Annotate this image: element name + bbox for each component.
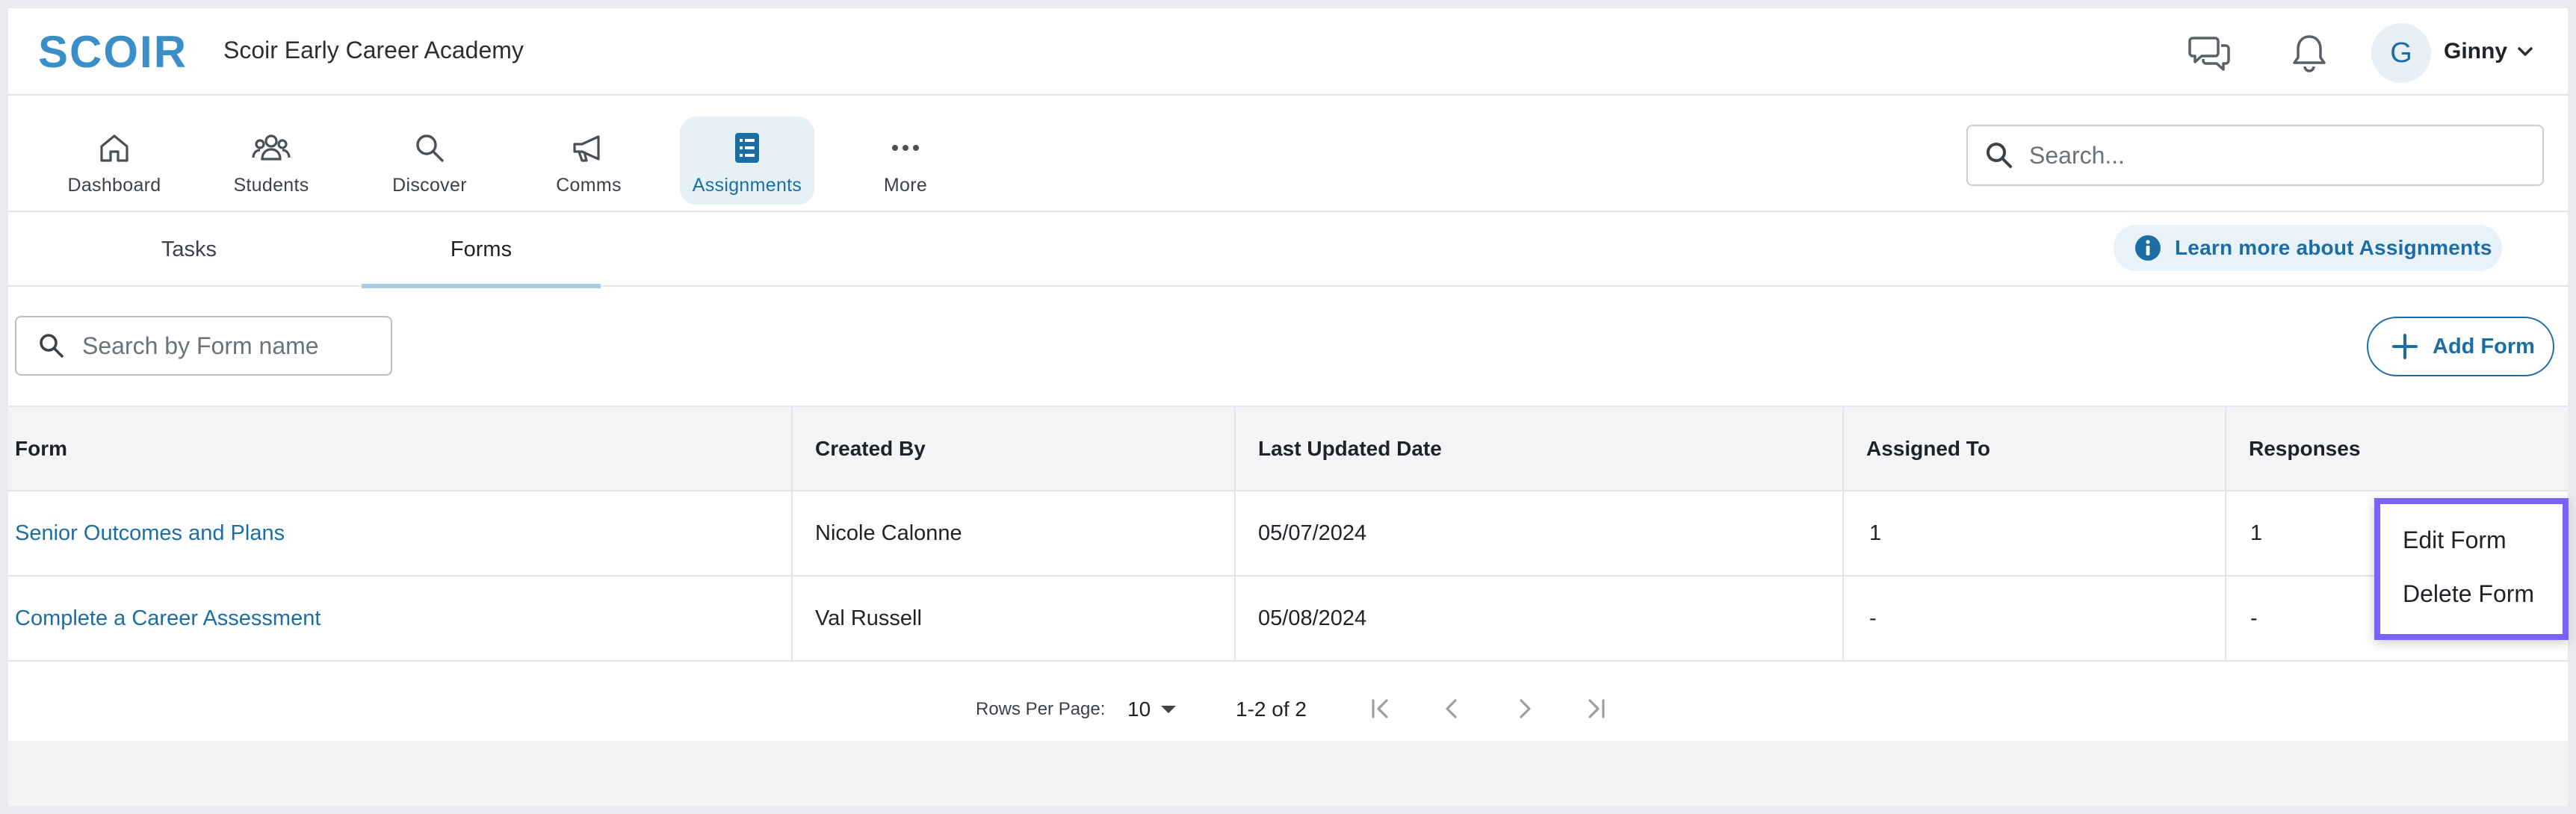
bell-icon[interactable] — [2291, 32, 2328, 74]
form-search[interactable] — [15, 316, 392, 376]
table-header: Form Created By Last Updated Date Assign… — [8, 406, 2568, 491]
megaphone-icon — [566, 127, 611, 169]
col-header-last-updated[interactable]: Last Updated Date — [1258, 407, 1442, 490]
org-name: Scoir Early Career Academy — [223, 37, 524, 63]
column-divider — [1842, 577, 1844, 660]
plus-icon — [2391, 332, 2419, 361]
assigned-to-cell: 1 — [1869, 521, 1882, 545]
delete-form-menu-item[interactable]: Delete Form — [2403, 580, 2534, 608]
add-form-button[interactable]: Add Form — [2367, 317, 2554, 376]
user-name[interactable]: Ginny — [2444, 39, 2507, 64]
nav-label: Comms — [556, 175, 622, 196]
form-link[interactable]: Complete a Career Assessment — [15, 577, 321, 660]
tab-forms[interactable]: Forms — [362, 212, 601, 288]
table-row: Senior Outcomes and Plans Nicole Calonne… — [8, 491, 2568, 577]
add-form-label: Add Form — [2433, 334, 2535, 358]
created-by-cell: Val Russell — [815, 606, 922, 630]
nav-item-more[interactable]: More — [838, 116, 973, 205]
page-range: 1-2 of 2 — [1236, 698, 1307, 721]
form-search-input[interactable] — [82, 332, 381, 360]
assigned-to-cell: - — [1869, 606, 1877, 630]
column-divider — [791, 407, 793, 490]
column-divider — [1234, 407, 1236, 490]
tab-bar: Tasks Forms Learn more about Assignments — [8, 212, 2568, 288]
first-page-icon[interactable] — [1364, 692, 1397, 725]
nav-label: Dashboard — [67, 175, 161, 196]
search-icon — [407, 127, 452, 169]
rows-per-page-select[interactable]: 10 — [1127, 696, 1187, 723]
learn-more-button[interactable]: Learn more about Assignments — [2114, 225, 2502, 271]
row-action-menu: Edit Form Delete Form — [2374, 498, 2569, 640]
edit-form-menu-item[interactable]: Edit Form — [2403, 526, 2507, 554]
info-icon — [2134, 234, 2161, 261]
caret-down-icon — [1161, 706, 1177, 713]
learn-more-label: Learn more about Assignments — [2175, 236, 2492, 259]
home-icon — [92, 127, 137, 169]
chat-icon[interactable] — [2188, 32, 2233, 74]
scoir-logo[interactable]: SCOIR — [38, 25, 195, 77]
rows-per-page-value: 10 — [1127, 698, 1151, 721]
column-divider — [1842, 407, 1844, 490]
column-divider — [1842, 491, 1844, 575]
footer-band — [8, 741, 2568, 806]
prev-page-icon[interactable] — [1436, 692, 1469, 725]
last-page-icon[interactable] — [1579, 692, 1612, 725]
column-divider — [791, 577, 793, 660]
col-header-responses[interactable]: Responses — [2249, 407, 2360, 490]
nav-label: More — [883, 175, 928, 196]
column-divider — [2225, 491, 2226, 575]
pagination: Rows Per Page: 10 1-2 of 2 — [8, 671, 2568, 746]
table-row: Complete a Career Assessment Val Russell… — [8, 577, 2568, 662]
created-by-cell: Nicole Calonne — [815, 521, 962, 545]
app-window: SCOIR Scoir Early Career Academy G Ginny — [8, 8, 2569, 806]
chevron-down-icon[interactable] — [2515, 41, 2536, 62]
search-icon — [37, 332, 66, 360]
global-search-input[interactable] — [2029, 141, 2507, 170]
responses-cell: 1 — [2250, 521, 2263, 545]
nav-item-discover[interactable]: Discover — [362, 116, 497, 205]
nav-label: Students — [233, 175, 309, 196]
nav-item-dashboard[interactable]: Dashboard — [47, 116, 182, 205]
nav-item-assignments[interactable]: Assignments — [680, 116, 814, 205]
col-header-form[interactable]: Form — [15, 407, 67, 490]
nav-item-comms[interactable]: Comms — [521, 116, 656, 205]
responses-cell: - — [2250, 606, 2258, 630]
students-icon — [249, 127, 294, 169]
column-divider — [2225, 577, 2226, 660]
col-header-created-by[interactable]: Created By — [815, 407, 926, 490]
last-updated-cell: 05/07/2024 — [1258, 521, 1367, 545]
forms-table: Form Created By Last Updated Date Assign… — [8, 406, 2568, 662]
column-divider — [1234, 577, 1236, 660]
column-divider — [1234, 491, 1236, 575]
form-link[interactable]: Senior Outcomes and Plans — [15, 491, 285, 575]
nav-item-students[interactable]: Students — [204, 116, 338, 205]
search-icon — [1983, 139, 2016, 172]
more-icon — [883, 127, 928, 169]
next-page-icon[interactable] — [1508, 692, 1541, 725]
column-divider — [791, 491, 793, 575]
logo-text: SCOIR — [38, 28, 188, 73]
top-bar: SCOIR Scoir Early Career Academy G Ginny — [8, 8, 2568, 96]
nav-label: Assignments — [692, 175, 802, 196]
col-header-assigned-to[interactable]: Assigned To — [1866, 407, 1990, 490]
avatar[interactable]: G — [2371, 23, 2431, 83]
primary-nav: Dashboard Students Discover Comms Assign… — [8, 97, 2568, 212]
global-search[interactable] — [1966, 125, 2544, 186]
assignments-icon — [725, 127, 770, 169]
column-divider — [2225, 407, 2226, 490]
last-updated-cell: 05/08/2024 — [1258, 606, 1367, 630]
rows-per-page-label: Rows Per Page: — [976, 699, 1106, 719]
nav-label: Discover — [392, 175, 467, 196]
tab-tasks[interactable]: Tasks — [8, 212, 370, 287]
